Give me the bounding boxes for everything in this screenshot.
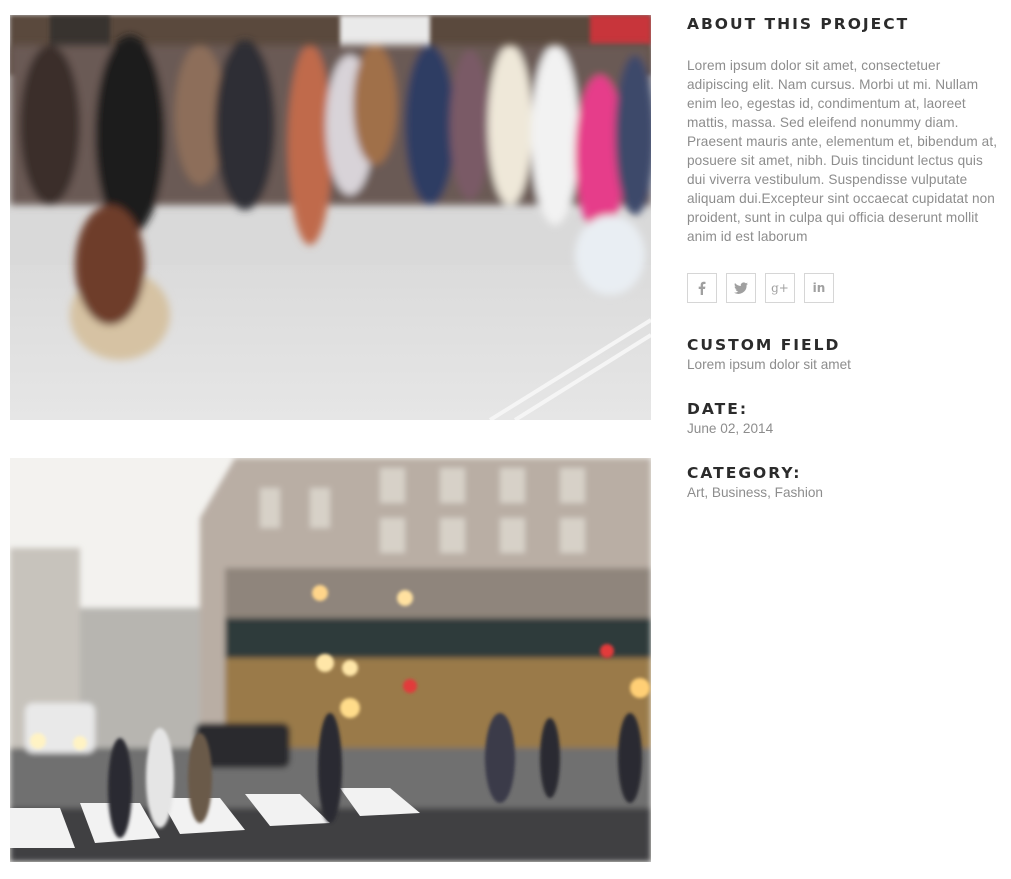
custom-field-block: CUSTOM FIELD Lorem ipsum dolor sit amet bbox=[687, 335, 999, 375]
about-heading: ABOUT THIS PROJECT bbox=[687, 15, 910, 33]
date-value: June 02, 2014 bbox=[687, 421, 774, 436]
custom-field-label: CUSTOM FIELD bbox=[687, 336, 841, 354]
about-text: Lorem ipsum dolor sit amet, consectetuer… bbox=[687, 58, 998, 244]
google-plus-share-button[interactable]: g+ bbox=[765, 273, 795, 303]
linkedin-share-button[interactable]: in bbox=[804, 273, 834, 303]
category-block: CATEGORY: Art, Business, Fashion bbox=[687, 463, 999, 503]
category-value: Art, Business, Fashion bbox=[687, 485, 823, 500]
date-label: DATE: bbox=[687, 400, 749, 418]
project-details: ABOUT THIS PROJECT Lorem ipsum dolor sit… bbox=[687, 14, 999, 503]
date-block: DATE: June 02, 2014 bbox=[687, 399, 999, 439]
social-share: g+ in bbox=[687, 273, 999, 303]
twitter-icon bbox=[734, 282, 748, 294]
category-label: CATEGORY: bbox=[687, 464, 802, 482]
facebook-share-button[interactable] bbox=[687, 273, 717, 303]
street-photo bbox=[10, 458, 651, 862]
linkedin-icon: in bbox=[812, 281, 826, 295]
twitter-share-button[interactable] bbox=[726, 273, 756, 303]
project-image-crowd bbox=[10, 15, 651, 420]
facebook-icon bbox=[698, 281, 706, 295]
google-plus-icon: g+ bbox=[771, 281, 789, 295]
custom-field-value: Lorem ipsum dolor sit amet bbox=[687, 357, 851, 372]
project-image-street bbox=[10, 458, 651, 862]
crowd-photo bbox=[10, 15, 651, 420]
